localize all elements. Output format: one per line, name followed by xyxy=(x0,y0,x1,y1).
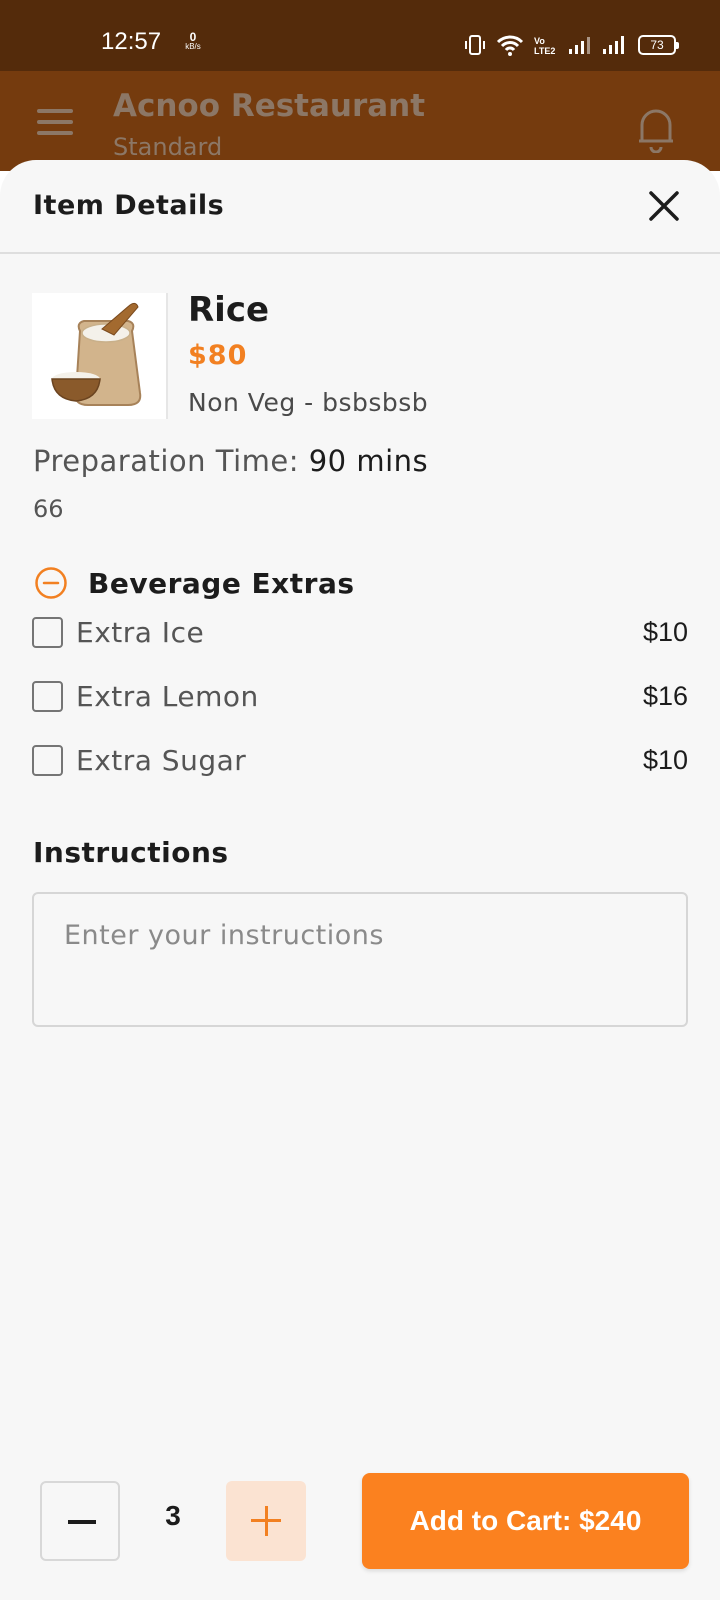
svg-text:LTE2: LTE2 xyxy=(534,46,555,56)
status-time: 12:57 xyxy=(101,28,162,55)
extras-group-header[interactable]: Beverage Extras xyxy=(34,565,355,601)
quantity-value: 3 xyxy=(165,1500,181,1531)
svg-text:Vo: Vo xyxy=(534,36,545,46)
extra-option-price: $16 xyxy=(642,680,688,711)
extra-option-price: $10 xyxy=(642,744,688,775)
add-to-cart-button[interactable]: Add to Cart: $240 xyxy=(362,1473,689,1569)
network-speed-unit: kB/s xyxy=(185,42,201,51)
status-bar: 12:57 0 kB/s Vo LTE2 73 xyxy=(0,0,720,71)
rice-sack-image xyxy=(51,302,142,406)
item-category: Non Veg - bsbsbsb xyxy=(188,388,429,417)
item-name: Rice xyxy=(188,290,270,330)
vibrate-icon xyxy=(465,35,485,55)
sheet-title: Item Details xyxy=(33,190,225,221)
menu-icon[interactable] xyxy=(37,109,73,137)
item-price: $80 xyxy=(188,340,248,371)
quantity-decrease-button[interactable] xyxy=(40,1481,120,1561)
sheet-header: Item Details xyxy=(0,160,720,254)
preparation-time: Preparation Time: 90 mins xyxy=(33,444,428,478)
app-bar: Acnoo Restaurant Standard xyxy=(0,71,720,171)
volte-icon: VoLTE2 xyxy=(534,36,555,56)
item-details-sheet: Item Details Rice $80 Non Veg - bsbsbsb … xyxy=(0,160,720,1600)
status-icons: Vo LTE2 73 xyxy=(464,32,679,58)
wifi-icon xyxy=(496,35,524,56)
instructions-input[interactable] xyxy=(32,892,688,1027)
app-subtitle: Standard xyxy=(113,133,223,161)
extra-option-checkbox[interactable] xyxy=(32,744,63,776)
bell-icon[interactable] xyxy=(634,105,678,153)
preparation-time-value: 90 mins xyxy=(308,444,429,478)
extra-option-checkbox[interactable] xyxy=(32,680,63,712)
quantity-increase-button[interactable] xyxy=(226,1481,306,1561)
minus-icon xyxy=(68,1520,96,1524)
extra-option-name: Extra Ice xyxy=(76,615,205,649)
collapse-minus-circle-icon[interactable] xyxy=(34,566,68,600)
extra-option-name: Extra Sugar xyxy=(76,743,247,777)
app-title: Acnoo Restaurant xyxy=(113,88,426,124)
signal-icon-2 xyxy=(603,36,624,54)
signal-icon-1 xyxy=(569,37,590,54)
close-icon[interactable] xyxy=(644,186,684,226)
item-description: 66 xyxy=(33,495,64,523)
extra-option-price: $10 xyxy=(642,616,688,647)
battery-icon: 73 xyxy=(638,35,679,55)
instructions-label: Instructions xyxy=(33,836,229,869)
network-speed-value: 0 xyxy=(189,30,197,44)
extra-option-name: Extra Lemon xyxy=(76,679,259,713)
extra-option-row[interactable]: Extra Ice $10 xyxy=(32,612,688,652)
item-image xyxy=(32,293,168,419)
network-speed: 0 kB/s xyxy=(182,30,204,52)
extras-group-title: Beverage Extras xyxy=(88,566,355,600)
extra-option-checkbox[interactable] xyxy=(32,616,63,648)
extra-option-row[interactable]: Extra Sugar $10 xyxy=(32,740,688,780)
preparation-time-label: Preparation Time: xyxy=(33,444,299,478)
extra-option-row[interactable]: Extra Lemon $16 xyxy=(32,676,688,716)
